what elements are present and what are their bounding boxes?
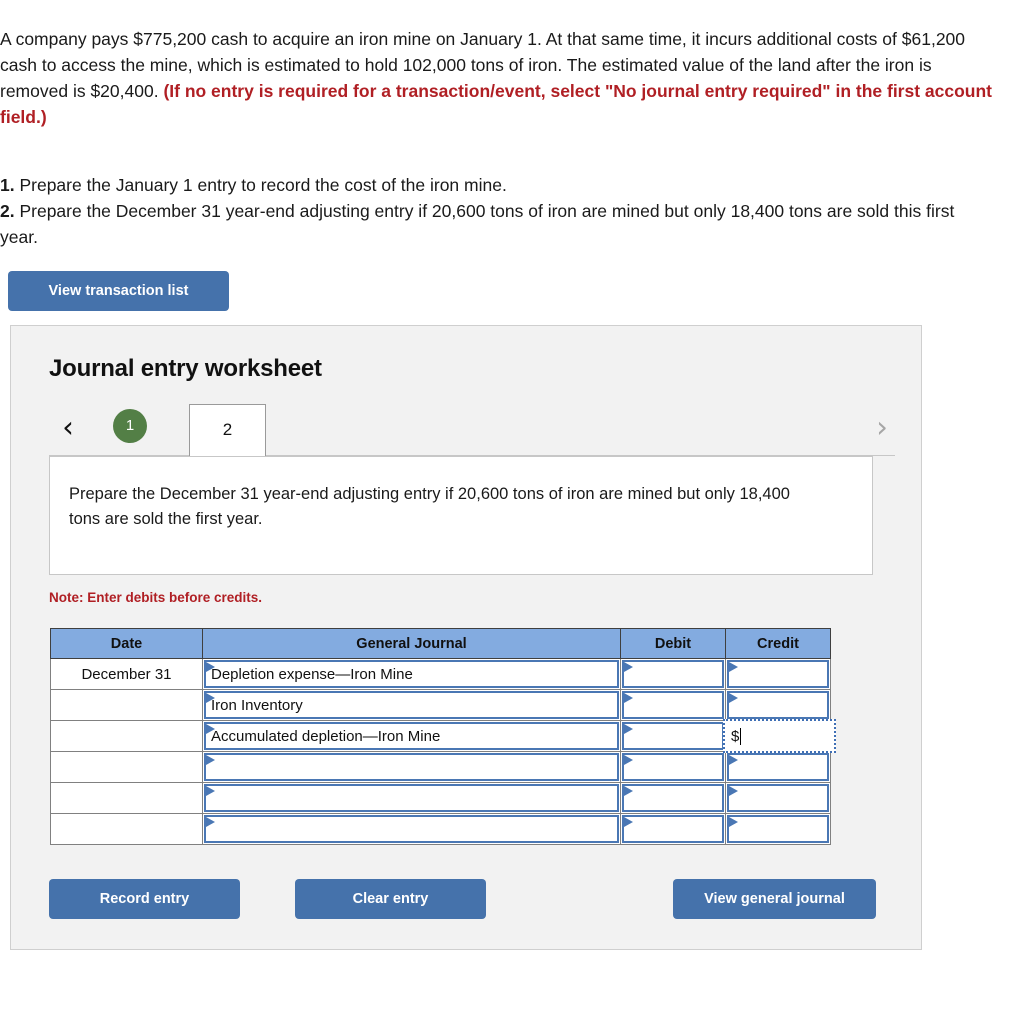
date-cell[interactable]: December 31: [50, 658, 203, 690]
worksheet-title: Journal entry worksheet: [49, 355, 322, 382]
credit-cell-active[interactable]: $: [723, 719, 836, 753]
chevron-right-icon[interactable]: ›: [869, 410, 895, 444]
debit-input[interactable]: [622, 815, 724, 843]
tab-1[interactable]: 1: [113, 409, 147, 443]
table-row: [50, 782, 831, 814]
credit-input-value: $: [731, 727, 740, 745]
debit-input[interactable]: [622, 691, 724, 719]
table-row: Accumulated depletion—Iron Mine $: [50, 719, 836, 753]
requirement-2-text: Prepare the December 31 year-end adjusti…: [0, 201, 955, 247]
requirements-list: 1. Prepare the January 1 entry to record…: [0, 172, 995, 250]
account-cell[interactable]: [202, 813, 621, 845]
debit-input[interactable]: [622, 753, 724, 781]
problem-statement: A company pays $775,200 cash to acquire …: [0, 26, 995, 130]
table-row: December 31 Depletion expense—Iron Mine: [50, 658, 831, 690]
text-caret: [740, 727, 742, 745]
journal-entry-worksheet-panel: Journal entry worksheet ‹ 1 2 › Prepare …: [10, 325, 922, 950]
credit-input[interactable]: [727, 815, 829, 843]
tab-prompt-text: Prepare the December 31 year-end adjusti…: [69, 485, 790, 528]
account-input-value: Depletion expense—Iron Mine: [211, 665, 413, 683]
credit-input[interactable]: [727, 753, 829, 781]
credit-input-focused[interactable]: $: [723, 719, 836, 753]
debit-cell[interactable]: [620, 751, 726, 783]
table-row: [50, 813, 831, 845]
credit-cell[interactable]: [725, 658, 831, 690]
debit-cell[interactable]: [620, 720, 726, 752]
credit-cell[interactable]: [725, 813, 831, 845]
column-header-date: Date: [50, 628, 203, 659]
account-input[interactable]: [204, 784, 619, 812]
debit-cell[interactable]: [620, 689, 726, 721]
date-cell[interactable]: [50, 751, 203, 783]
requirement-2: 2. Prepare the December 31 year-end adju…: [0, 198, 995, 250]
chevron-left-icon[interactable]: ‹: [55, 410, 81, 444]
column-header-general-journal: General Journal: [202, 628, 621, 659]
account-cell[interactable]: Depletion expense—Iron Mine: [202, 658, 621, 690]
credit-input[interactable]: [727, 784, 829, 812]
account-cell[interactable]: [202, 782, 621, 814]
requirement-1-number: 1.: [0, 175, 15, 195]
account-input[interactable]: [204, 815, 619, 843]
credit-input[interactable]: [727, 660, 829, 688]
date-cell[interactable]: [50, 782, 203, 814]
credit-cell[interactable]: [725, 782, 831, 814]
debit-input[interactable]: [622, 722, 724, 750]
debit-cell[interactable]: [620, 782, 726, 814]
account-cell[interactable]: [202, 751, 621, 783]
credit-cell[interactable]: [725, 689, 831, 721]
date-cell[interactable]: [50, 689, 203, 721]
column-header-credit: Credit: [725, 628, 831, 659]
tab-strip: ‹ 1 2 ›: [49, 404, 895, 456]
date-cell[interactable]: [50, 720, 203, 752]
journal-entry-table: Date General Journal Debit Credit Decemb…: [50, 628, 836, 845]
account-input[interactable]: Accumulated depletion—Iron Mine: [204, 722, 619, 750]
requirement-1-text: Prepare the January 1 entry to record th…: [14, 175, 507, 195]
account-input-value: Accumulated depletion—Iron Mine: [211, 727, 441, 745]
debit-input[interactable]: [622, 660, 724, 688]
requirement-1: 1. Prepare the January 1 entry to record…: [0, 172, 995, 198]
credit-input[interactable]: [727, 691, 829, 719]
account-input-value: Iron Inventory: [211, 696, 303, 714]
tab-2[interactable]: 2: [189, 404, 266, 456]
tab-prompt-box: Prepare the December 31 year-end adjusti…: [49, 456, 873, 575]
debit-input[interactable]: [622, 784, 724, 812]
table-header-row: Date General Journal Debit Credit: [50, 628, 831, 659]
debit-cell[interactable]: [620, 813, 726, 845]
account-input[interactable]: Iron Inventory: [204, 691, 619, 719]
account-cell[interactable]: Accumulated depletion—Iron Mine: [202, 720, 621, 752]
account-input[interactable]: [204, 753, 619, 781]
requirement-2-number: 2.: [0, 201, 15, 221]
date-cell[interactable]: [50, 813, 203, 845]
record-entry-button[interactable]: Record entry: [49, 879, 240, 919]
table-row: [50, 751, 831, 783]
account-cell[interactable]: Iron Inventory: [202, 689, 621, 721]
table-row: Iron Inventory: [50, 689, 831, 721]
view-general-journal-button[interactable]: View general journal: [673, 879, 876, 919]
credit-cell[interactable]: [725, 751, 831, 783]
debit-cell[interactable]: [620, 658, 726, 690]
debits-before-credits-note: Note: Enter debits before credits.: [49, 590, 263, 605]
account-input[interactable]: Depletion expense—Iron Mine: [204, 660, 619, 688]
column-header-debit: Debit: [620, 628, 726, 659]
clear-entry-button[interactable]: Clear entry: [295, 879, 486, 919]
view-transaction-list-button[interactable]: View transaction list: [8, 271, 229, 311]
